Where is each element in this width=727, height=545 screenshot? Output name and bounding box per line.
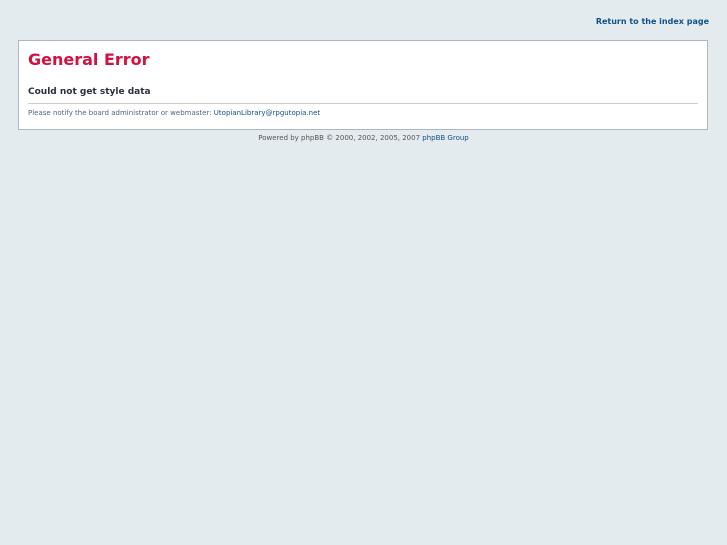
notice: Please notify the board administrator or… bbox=[28, 109, 320, 117]
return-to-index-link[interactable]: Return to the index page bbox=[596, 17, 709, 26]
footer: Powered by phpBB © 2000, 2002, 2005, 200… bbox=[0, 134, 727, 142]
divider bbox=[28, 103, 698, 104]
footer-text: Powered by phpBB © 2000, 2002, 2005, 200… bbox=[258, 134, 423, 142]
top-links: Return to the index page bbox=[596, 17, 709, 26]
webmaster-email-link[interactable]: UtopianLibrary@rpgutopia.net bbox=[214, 109, 320, 117]
error-message: Could not get style data bbox=[28, 87, 151, 97]
phpbb-group-link[interactable]: phpBB Group bbox=[422, 134, 468, 142]
notice-text: Please notify the board administrator or… bbox=[28, 109, 214, 117]
error-title: General Error bbox=[28, 50, 150, 69]
error-panel: General Error Could not get style data P… bbox=[18, 40, 708, 130]
